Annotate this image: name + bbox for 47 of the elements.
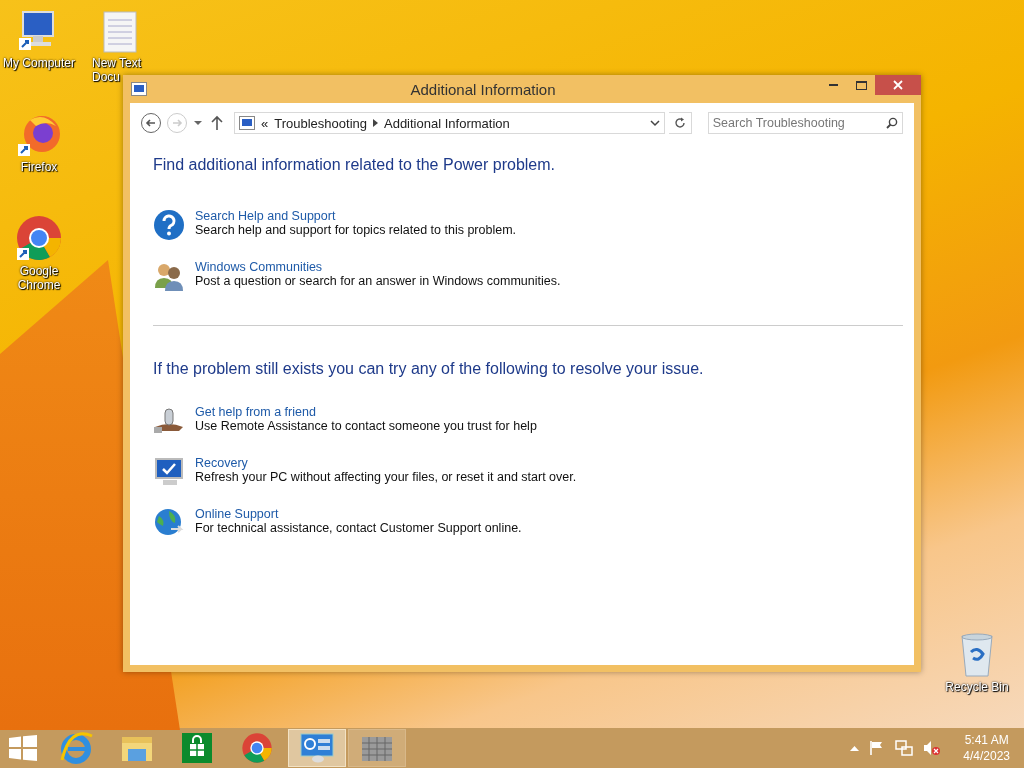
minimize-icon: [828, 84, 838, 86]
taskbar-button[interactable]: [348, 729, 406, 767]
text-document-icon: [102, 10, 138, 54]
window-title: Additional Information: [409, 80, 557, 98]
refresh-button[interactable]: [668, 112, 692, 134]
chevron-right-icon: [373, 119, 378, 127]
computer-check-icon: [153, 456, 185, 488]
task-description: Refresh your PC without affecting your files, or reset it and start over.: [195, 470, 577, 484]
help-question-icon: [153, 209, 185, 241]
task-description: Search help and support for topics related to this problem.: [195, 223, 516, 237]
taskbar-button[interactable]: [288, 729, 346, 767]
breadcrumb[interactable]: Troubleshooting: [274, 115, 367, 131]
maximize-icon: [855, 80, 867, 90]
task-description: Post a question or search for an answer in Windows communities.: [195, 274, 561, 288]
address-bar[interactable]: « Troubleshooting Additional Information: [234, 112, 665, 134]
address-overflow[interactable]: «: [261, 115, 269, 131]
location-icon: [239, 116, 255, 130]
chrome-shortcut-icon: [15, 214, 63, 262]
search-field[interactable]: Search Troubleshooting: [707, 112, 903, 134]
ie-browser-icon: [60, 732, 94, 764]
windows-logo-icon: [9, 735, 37, 761]
network-icon[interactable]: [895, 740, 914, 756]
task-description: For technical assistance, contact Customer Support online.: [195, 521, 522, 535]
recycle-bin-icon: [959, 632, 995, 678]
chrome-browser-icon: [241, 732, 273, 764]
chevron-down-icon[interactable]: [649, 119, 660, 127]
window-app-icon: [131, 82, 147, 96]
task-link[interactable]: Search Help and Support: [195, 209, 336, 223]
store-bag-icon: [182, 733, 212, 763]
close-icon: [893, 80, 903, 90]
task-link[interactable]: Online Support: [195, 507, 279, 521]
task-link[interactable]: Recovery: [195, 456, 248, 470]
control-panel-icon: [300, 733, 334, 763]
show-hidden-icons-caret[interactable]: [850, 745, 860, 751]
refresh-icon: [673, 117, 686, 129]
section-heading: Find additional information related to the Power problem.: [153, 156, 556, 174]
task-link[interactable]: Get help from a friend: [195, 405, 316, 419]
breadcrumb[interactable]: Additional Information: [384, 115, 510, 131]
brick-wall-icon: [361, 734, 393, 762]
section-heading: If the problem still exists you can try any of the following to resolve your issue.: [153, 360, 705, 378]
close-button[interactable]: [875, 75, 921, 95]
back-button[interactable]: [140, 112, 162, 134]
task-description: Use Remote Assistance to contact someone you trust for help: [195, 419, 537, 433]
recent-pages-dropdown[interactable]: [192, 118, 204, 128]
task-link[interactable]: Windows Communities: [195, 260, 323, 274]
speaker-muted-icon[interactable]: [923, 740, 942, 756]
search-icon: [886, 117, 898, 129]
